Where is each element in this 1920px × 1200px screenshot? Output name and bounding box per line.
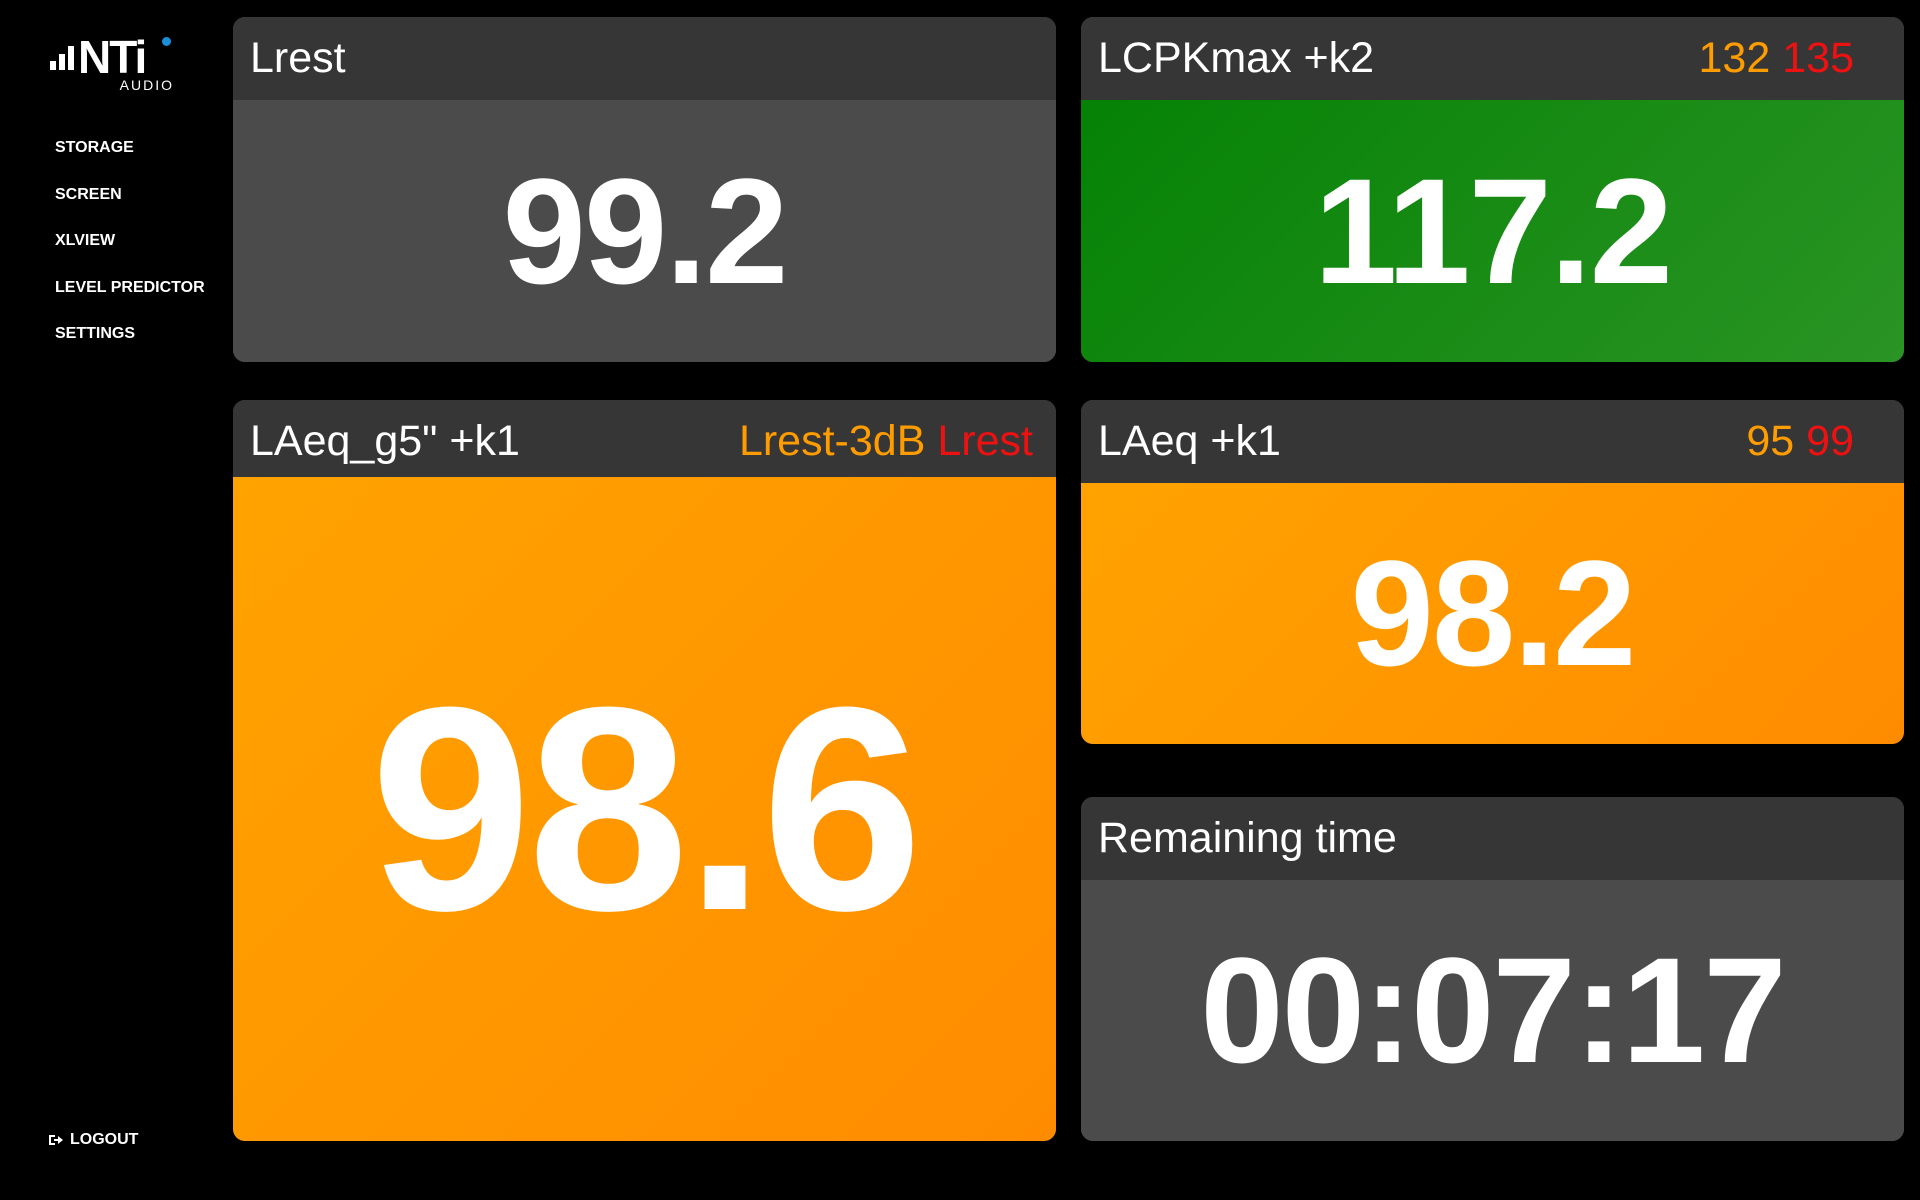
logout-label: LOGOUT — [70, 1131, 139, 1148]
panel-lrest: Lrest 99.2 — [233, 17, 1056, 362]
panel-title: LCPKmax +k2 — [1098, 34, 1375, 82]
panel-title: Lrest — [250, 34, 346, 82]
panel-header: LAeq_g5" +k1 Lrest-3dB Lrest — [233, 400, 1056, 483]
nav-item-xlview[interactable]: XLVIEW — [55, 231, 205, 278]
alarm-limit: 99 — [1806, 417, 1854, 465]
panel-header: LAeq +k1 95 99 — [1081, 400, 1904, 483]
panel-body: 98.6 — [233, 477, 1056, 1141]
signal-bars-icon — [50, 46, 76, 70]
logout-button[interactable]: LOGOUT — [49, 1131, 138, 1149]
remaining-time-value: 00:07:17 — [1200, 926, 1786, 1094]
panel-title: LAeq_g5" +k1 — [250, 417, 520, 465]
measurement-value: 117.2 — [1313, 146, 1673, 315]
panel-title: LAeq +k1 — [1098, 417, 1281, 465]
panel-laeq: LAeq +k1 95 99 98.2 — [1081, 400, 1904, 744]
alarm-limit: 135 — [1782, 34, 1854, 82]
panel-laeq-g5: LAeq_g5" +k1 Lrest-3dB Lrest 98.6 — [233, 400, 1056, 1141]
logout-icon — [49, 1134, 63, 1146]
alarm-limit: Lrest — [937, 417, 1033, 465]
panel-title: Remaining time — [1098, 814, 1397, 862]
panel-header: Remaining time — [1081, 797, 1904, 880]
panel-body: 98.2 — [1081, 483, 1904, 744]
measurement-value: 99.2 — [502, 146, 789, 315]
logo-text: NTi — [78, 31, 147, 83]
panel-header: LCPKmax +k2 132 135 — [1081, 17, 1904, 100]
sidebar: NTi AUDIO STORAGE SCREEN XLVIEW LEVEL PR… — [0, 0, 228, 1200]
panel-lcpkmax: LCPKmax +k2 132 135 117.2 — [1081, 17, 1904, 362]
nav-item-level-predictor[interactable]: LEVEL PREDICTOR — [55, 278, 205, 325]
panel-body: 99.2 — [233, 100, 1056, 362]
nti-audio-logo: NTi AUDIO — [50, 34, 176, 92]
warning-limit: 95 — [1746, 417, 1795, 465]
measurement-value: 98.6 — [370, 646, 922, 971]
logo-dot-icon — [162, 37, 171, 46]
panel-header: Lrest — [233, 17, 1056, 100]
nav-item-storage[interactable]: STORAGE — [55, 138, 205, 185]
warning-limit: Lrest-3dB — [738, 417, 926, 465]
nav-item-settings[interactable]: SETTINGS — [55, 324, 205, 371]
limit-values: 132 135 — [1699, 17, 1855, 100]
limit-values: 95 99 — [1746, 400, 1854, 483]
panel-remaining-time: Remaining time 00:07:17 — [1081, 797, 1904, 1141]
measurement-value: 98.2 — [1350, 529, 1637, 697]
panel-body: 117.2 — [1081, 100, 1904, 362]
warning-limit: 132 — [1698, 34, 1771, 82]
logo-subtext: AUDIO — [119, 77, 174, 93]
panel-body: 00:07:17 — [1081, 880, 1904, 1141]
limit-values: Lrest-3dB Lrest — [739, 400, 1033, 483]
nav-item-screen[interactable]: SCREEN — [55, 185, 205, 232]
main-nav: STORAGE SCREEN XLVIEW LEVEL PREDICTOR SE… — [55, 138, 205, 371]
